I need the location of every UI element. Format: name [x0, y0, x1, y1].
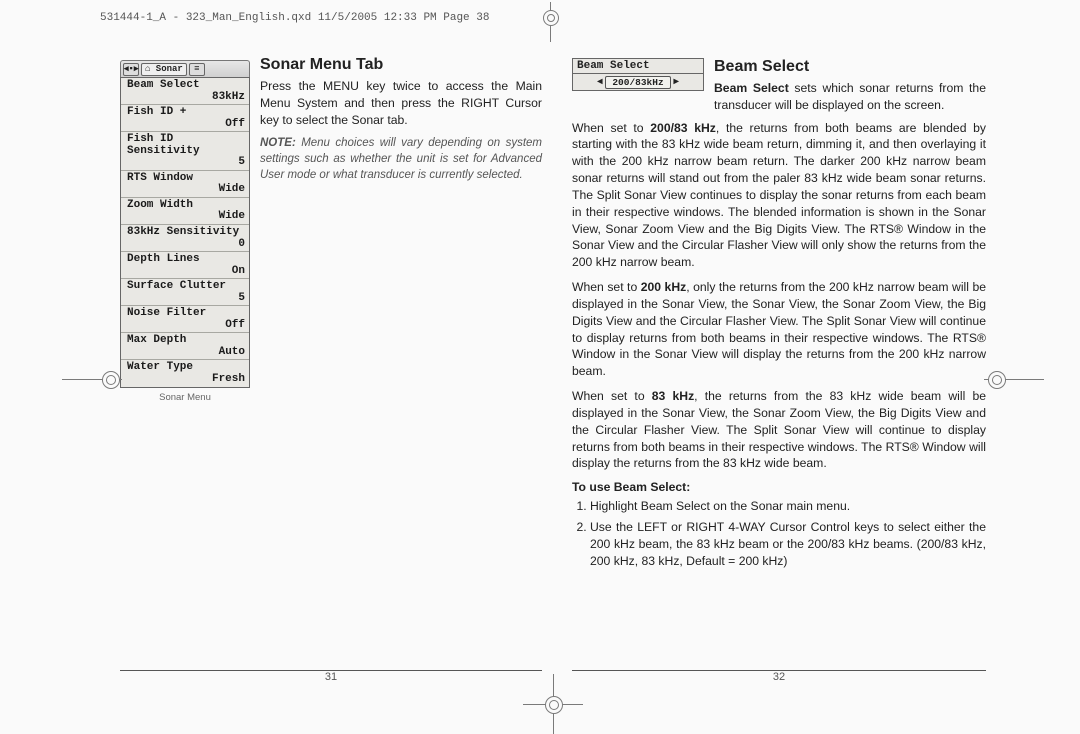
page-number-right: 32 [572, 671, 986, 683]
sonar-menu-caption: Sonar Menu [120, 392, 250, 403]
para-83: When set to 83 kHz, the returns from the… [572, 388, 986, 472]
sonar-menu-tabs: ◂▪▸ ⌂ Sonar ≡ [120, 60, 250, 77]
tab-icon-right: ≡ [189, 63, 205, 76]
left-page: ◂▪▸ ⌂ Sonar ≡ Beam Select83kHz Fish ID +… [120, 50, 542, 683]
menu-row: Surface Clutter5 [121, 279, 249, 306]
para-200-83: When set to 200/83 kHz, the returns from… [572, 120, 986, 271]
tab-icon-left: ◂▪▸ [123, 63, 139, 76]
steps-list: Highlight Beam Select on the Sonar main … [590, 498, 986, 569]
beam-select-header: Beam Select [572, 58, 704, 74]
to-use-heading: To use Beam Select: [572, 480, 986, 494]
sonar-menu-screenshot: ◂▪▸ ⌂ Sonar ≡ Beam Select83kHz Fish ID +… [120, 60, 250, 403]
menu-row: Zoom WidthWide [121, 198, 249, 225]
page-number-left: 31 [120, 671, 542, 683]
right-lead: Beam Select sets which sonar returns fro… [714, 80, 986, 114]
menu-row: Water TypeFresh [121, 360, 249, 386]
reg-mark-top [541, 2, 559, 42]
reg-mark-right [984, 349, 1044, 409]
lead-bold: Beam Select [714, 81, 789, 95]
menu-row: Beam Select83kHz [121, 78, 249, 105]
arrow-right-icon: ▸ [674, 76, 679, 88]
menu-row: 83kHz Sensitivity0 [121, 225, 249, 252]
menu-row: Noise FilterOff [121, 306, 249, 333]
menu-row: Max DepthAuto [121, 333, 249, 360]
reg-mark-left [62, 349, 122, 409]
right-page: Beam Select ◂ 200/83kHz ▸ Beam Select Be… [572, 50, 986, 683]
tab-sonar: ⌂ Sonar [141, 63, 187, 76]
arrow-left-icon: ◂ [597, 76, 602, 88]
step-item: Highlight Beam Select on the Sonar main … [590, 498, 986, 515]
menu-row: Fish ID +Off [121, 105, 249, 132]
beam-select-widget: Beam Select ◂ 200/83kHz ▸ [572, 58, 704, 91]
beam-select-value: 200/83kHz [605, 76, 670, 89]
right-heading: Beam Select [714, 58, 986, 76]
print-slug: 531444-1_A - 323_Man_English.qxd 11/5/20… [100, 12, 489, 24]
note-text: Menu choices will vary depending on syst… [260, 137, 542, 181]
reg-mark-bottom [523, 674, 583, 734]
menu-row: Fish ID Sensitivity5 [121, 132, 249, 171]
menu-row: RTS WindowWide [121, 171, 249, 198]
step-item: Use the LEFT or RIGHT 4-WAY Cursor Contr… [590, 519, 986, 569]
note-label: NOTE: [260, 137, 296, 149]
menu-row: Depth LinesOn [121, 252, 249, 279]
sonar-menu-body: Beam Select83kHz Fish ID +Off Fish ID Se… [120, 77, 250, 388]
para-200: When set to 200 kHz, only the returns fr… [572, 279, 986, 380]
beam-select-value-row: ◂ 200/83kHz ▸ [572, 74, 704, 91]
